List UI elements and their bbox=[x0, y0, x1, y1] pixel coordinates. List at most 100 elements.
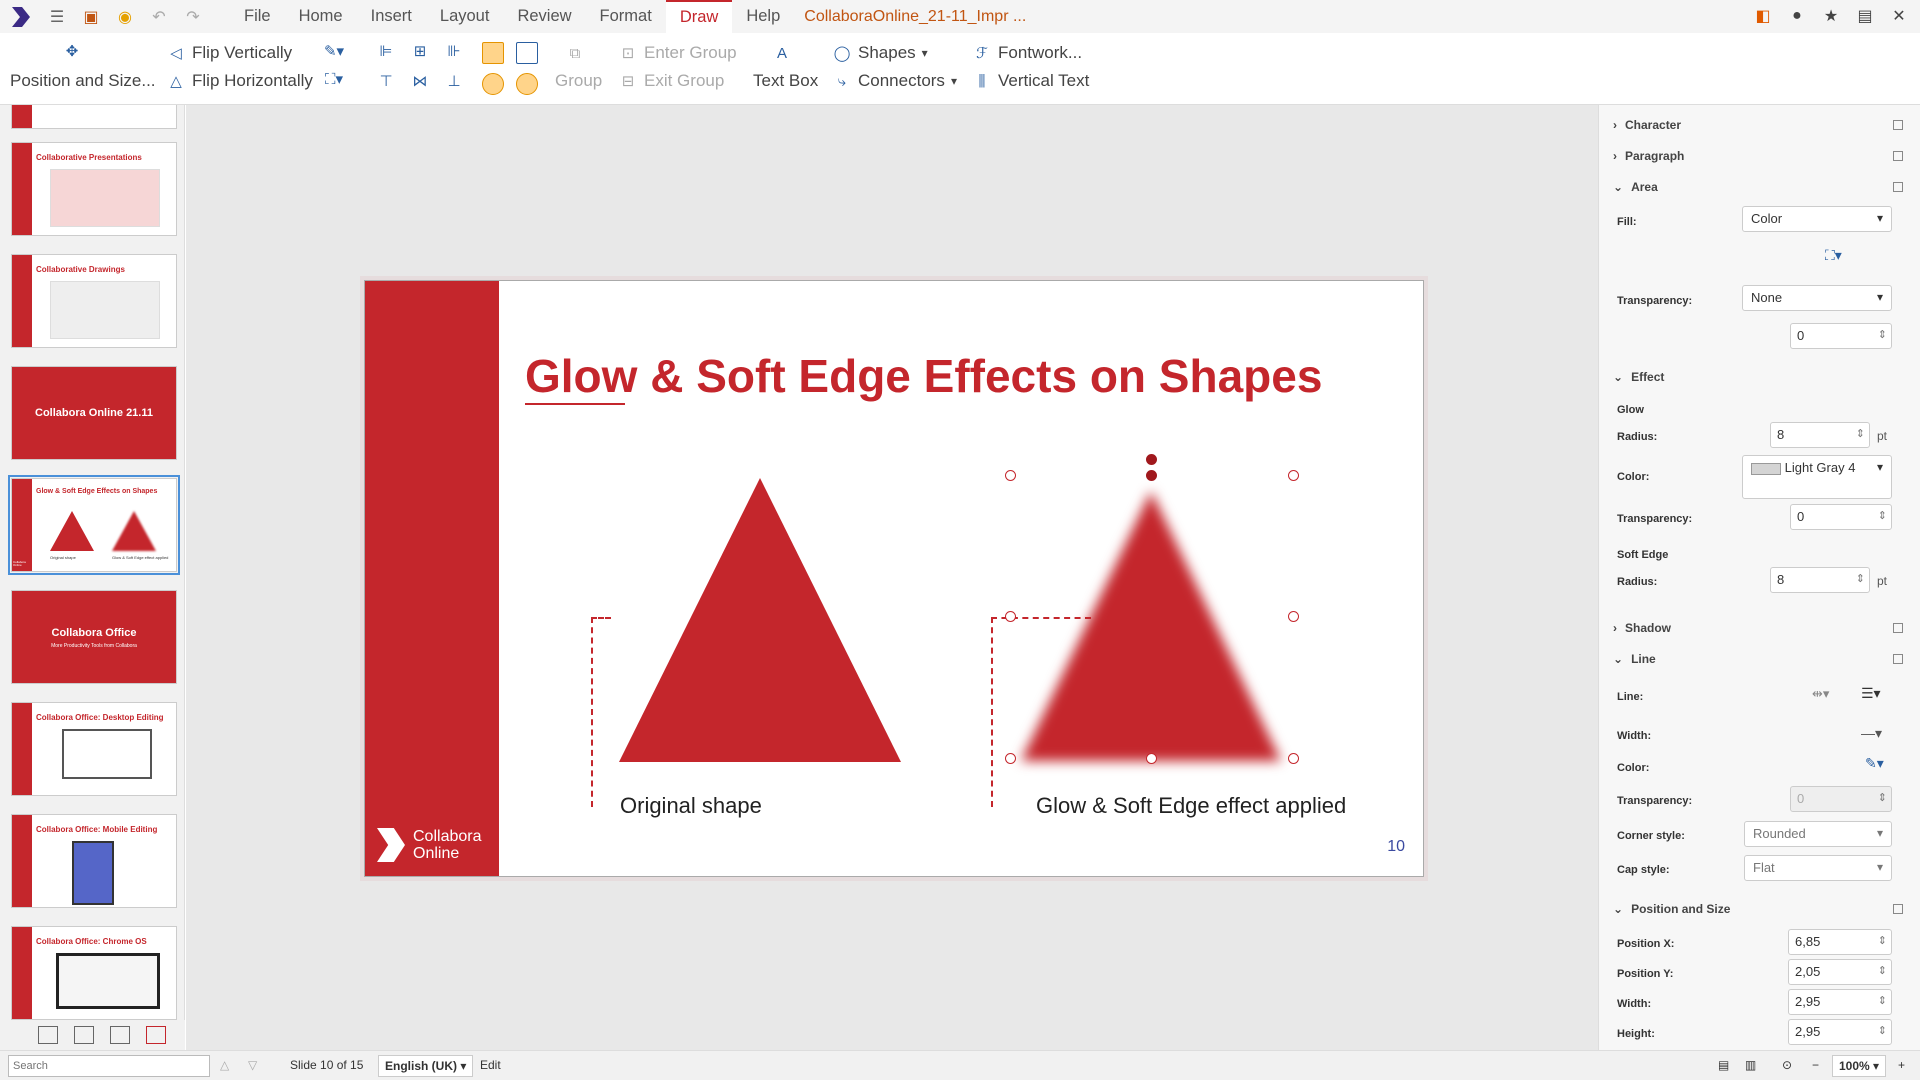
line-width-icon[interactable]: —▾ bbox=[1861, 725, 1882, 742]
slide-thumb-partial[interactable] bbox=[11, 105, 177, 129]
line-color-picker-icon[interactable]: ✎▾ bbox=[1865, 755, 1884, 772]
align-center-button[interactable]: ⊞ bbox=[410, 41, 430, 61]
triangle-original[interactable] bbox=[619, 478, 901, 762]
zoom-fit-icon[interactable]: ⊙ bbox=[1782, 1058, 1792, 1072]
section-paragraph[interactable]: › Paragraph bbox=[1613, 149, 1903, 163]
shapes-button[interactable]: ◯ Shapes ▾ bbox=[832, 43, 928, 63]
align-bottom-button[interactable]: ⊥ bbox=[444, 71, 464, 91]
fill-color-picker-icon[interactable]: ⛶▾ bbox=[1825, 247, 1842, 264]
new-slide-icon[interactable] bbox=[74, 1026, 94, 1044]
selection-handle-top-left[interactable] bbox=[1005, 470, 1016, 481]
fill-select[interactable]: Color bbox=[1742, 206, 1892, 232]
glow-color-select[interactable]: Light Gray 4 bbox=[1742, 455, 1892, 499]
menu-format[interactable]: Format bbox=[586, 0, 666, 33]
line-arrow-style-icon[interactable]: ⇹▾ bbox=[1812, 686, 1829, 702]
selection-handle-bottom-right[interactable] bbox=[1288, 753, 1299, 764]
search-next-icon[interactable]: ▽ bbox=[248, 1058, 257, 1072]
caption-glow[interactable]: Glow & Soft Edge effect applied bbox=[1036, 793, 1346, 819]
menu-review[interactable]: Review bbox=[503, 0, 585, 33]
close-icon[interactable]: ✕ bbox=[1888, 5, 1910, 27]
expand-icon[interactable] bbox=[1893, 904, 1903, 914]
search-input[interactable] bbox=[8, 1055, 210, 1077]
section-line[interactable]: ⌄ Line bbox=[1613, 652, 1903, 666]
zoom-out-icon[interactable]: − bbox=[1812, 1058, 1819, 1072]
text-box-button[interactable]: Text Box bbox=[753, 71, 818, 91]
group-button[interactable]: Group bbox=[555, 71, 602, 91]
menu-draw[interactable]: Draw bbox=[665, 0, 733, 33]
slide-layout-icon[interactable] bbox=[38, 1026, 58, 1044]
section-area[interactable]: ⌄ Area bbox=[1613, 180, 1903, 194]
align-middle-button[interactable]: ⋈ bbox=[410, 71, 430, 91]
width-spin[interactable]: 2,95 bbox=[1788, 989, 1892, 1015]
send-to-back-icon[interactable] bbox=[516, 42, 538, 64]
area-transparency-spin[interactable]: 0 bbox=[1790, 323, 1892, 349]
duplicate-slide-icon[interactable] bbox=[110, 1026, 130, 1044]
line-transparency-spin[interactable]: 0 bbox=[1790, 786, 1892, 812]
expand-icon[interactable] bbox=[1893, 151, 1903, 161]
menu-icon[interactable]: ▤ bbox=[1854, 5, 1876, 27]
caption-original[interactable]: Original shape bbox=[620, 793, 762, 819]
selection-handle-left[interactable] bbox=[1005, 611, 1016, 622]
section-position-size[interactable]: ⌄ Position and Size bbox=[1613, 902, 1903, 916]
selection-handle-bottom[interactable] bbox=[1146, 753, 1157, 764]
area-transparency-select[interactable]: None bbox=[1742, 285, 1892, 311]
triangle-glow[interactable] bbox=[1021, 491, 1281, 761]
align-left-button[interactable]: ⊫ bbox=[376, 41, 396, 61]
position-size-button[interactable]: Position and Size... bbox=[10, 71, 156, 91]
menu-help[interactable]: Help bbox=[732, 0, 794, 33]
selection-handle-top[interactable] bbox=[1146, 470, 1157, 481]
slide-thumb-12[interactable]: Collabora Office: Desktop Editing bbox=[11, 702, 177, 796]
height-spin[interactable]: 2,95 bbox=[1788, 1019, 1892, 1045]
document-title[interactable]: CollaboraOnline_21-11_Impr ... bbox=[804, 8, 1026, 26]
line-style-icon[interactable]: ☰▾ bbox=[1861, 685, 1881, 702]
exit-group-button[interactable]: ⊟ Exit Group bbox=[618, 71, 725, 91]
sidebar-toggle-icon[interactable]: ◧ bbox=[1752, 5, 1774, 27]
selection-handle-bottom-left[interactable] bbox=[1005, 753, 1016, 764]
user-icon[interactable]: ● bbox=[1786, 5, 1808, 27]
slide-thumb-14[interactable]: Collabora Office: Chrome OS bbox=[11, 926, 177, 1020]
page-icon[interactable]: ▤ bbox=[1718, 1058, 1729, 1072]
section-character[interactable]: › Character bbox=[1613, 118, 1903, 132]
delete-slide-icon[interactable] bbox=[146, 1026, 166, 1044]
position-x-spin[interactable]: 6,85 bbox=[1788, 929, 1892, 955]
back-one-icon[interactable] bbox=[516, 73, 538, 95]
language-select[interactable]: English (UK) ▾ bbox=[378, 1055, 474, 1077]
hamburger-menu-icon[interactable]: ☰ bbox=[46, 6, 68, 28]
doc-icon[interactable]: ▥ bbox=[1745, 1058, 1756, 1072]
soft-edge-radius-spin[interactable]: 8 bbox=[1770, 567, 1870, 593]
slide-thumb-10[interactable]: Glow & Soft Edge Effects on Shapes Origi… bbox=[8, 475, 180, 575]
slide-thumb-8[interactable]: Collaborative Drawings bbox=[11, 254, 177, 348]
connectors-button[interactable]: ⤷ Connectors ▾ bbox=[832, 71, 957, 91]
section-shadow[interactable]: › Shadow bbox=[1613, 621, 1903, 635]
line-color-button[interactable]: ✎▾ bbox=[324, 41, 344, 61]
bring-to-front-icon[interactable] bbox=[482, 42, 504, 64]
menu-home[interactable]: Home bbox=[285, 0, 357, 33]
collabora-logo-icon[interactable] bbox=[6, 2, 34, 31]
fontwork-button[interactable]: ℱ Fontwork... bbox=[972, 43, 1082, 63]
flip-vertically-button[interactable]: ◁ Flip Vertically bbox=[166, 43, 292, 63]
selection-handle-top-right[interactable] bbox=[1288, 470, 1299, 481]
align-right-button[interactable]: ⊪ bbox=[444, 41, 464, 61]
section-effect[interactable]: ⌄ Effect bbox=[1613, 370, 1664, 384]
menu-insert[interactable]: Insert bbox=[357, 0, 426, 33]
menu-layout[interactable]: Layout bbox=[426, 0, 504, 33]
glow-radius-spin[interactable]: 8 bbox=[1770, 422, 1870, 448]
present-icon[interactable]: ◉ bbox=[114, 6, 136, 28]
star-icon[interactable]: ★ bbox=[1820, 5, 1842, 27]
slide-thumb-7[interactable]: Collaborative Presentations bbox=[11, 142, 177, 236]
slide-title[interactable]: Glow & Soft Edge Effects on Shapes bbox=[525, 349, 1322, 403]
expand-icon[interactable] bbox=[1893, 182, 1903, 192]
fill-color-button[interactable]: ⛶▾ bbox=[324, 69, 344, 89]
vertical-text-button[interactable]: ⫼ Vertical Text bbox=[972, 71, 1090, 91]
text-box-icon-wrap[interactable]: A bbox=[772, 43, 792, 63]
slide[interactable]: Collabora Online Glow & Soft Edge Effect… bbox=[364, 280, 1424, 877]
zoom-select[interactable]: 100% ▾ bbox=[1832, 1055, 1887, 1077]
expand-icon[interactable] bbox=[1893, 654, 1903, 664]
rotation-handle[interactable] bbox=[1146, 454, 1157, 465]
slide-thumb-13[interactable]: Collabora Office: Mobile Editing bbox=[11, 814, 177, 908]
slide-thumb-9[interactable]: Collabora Online 21.11 bbox=[11, 366, 177, 460]
align-top-button[interactable]: ⊤ bbox=[376, 71, 396, 91]
expand-icon[interactable] bbox=[1893, 120, 1903, 130]
menu-file[interactable]: File bbox=[230, 0, 285, 33]
position-y-spin[interactable]: 2,05 bbox=[1788, 959, 1892, 985]
